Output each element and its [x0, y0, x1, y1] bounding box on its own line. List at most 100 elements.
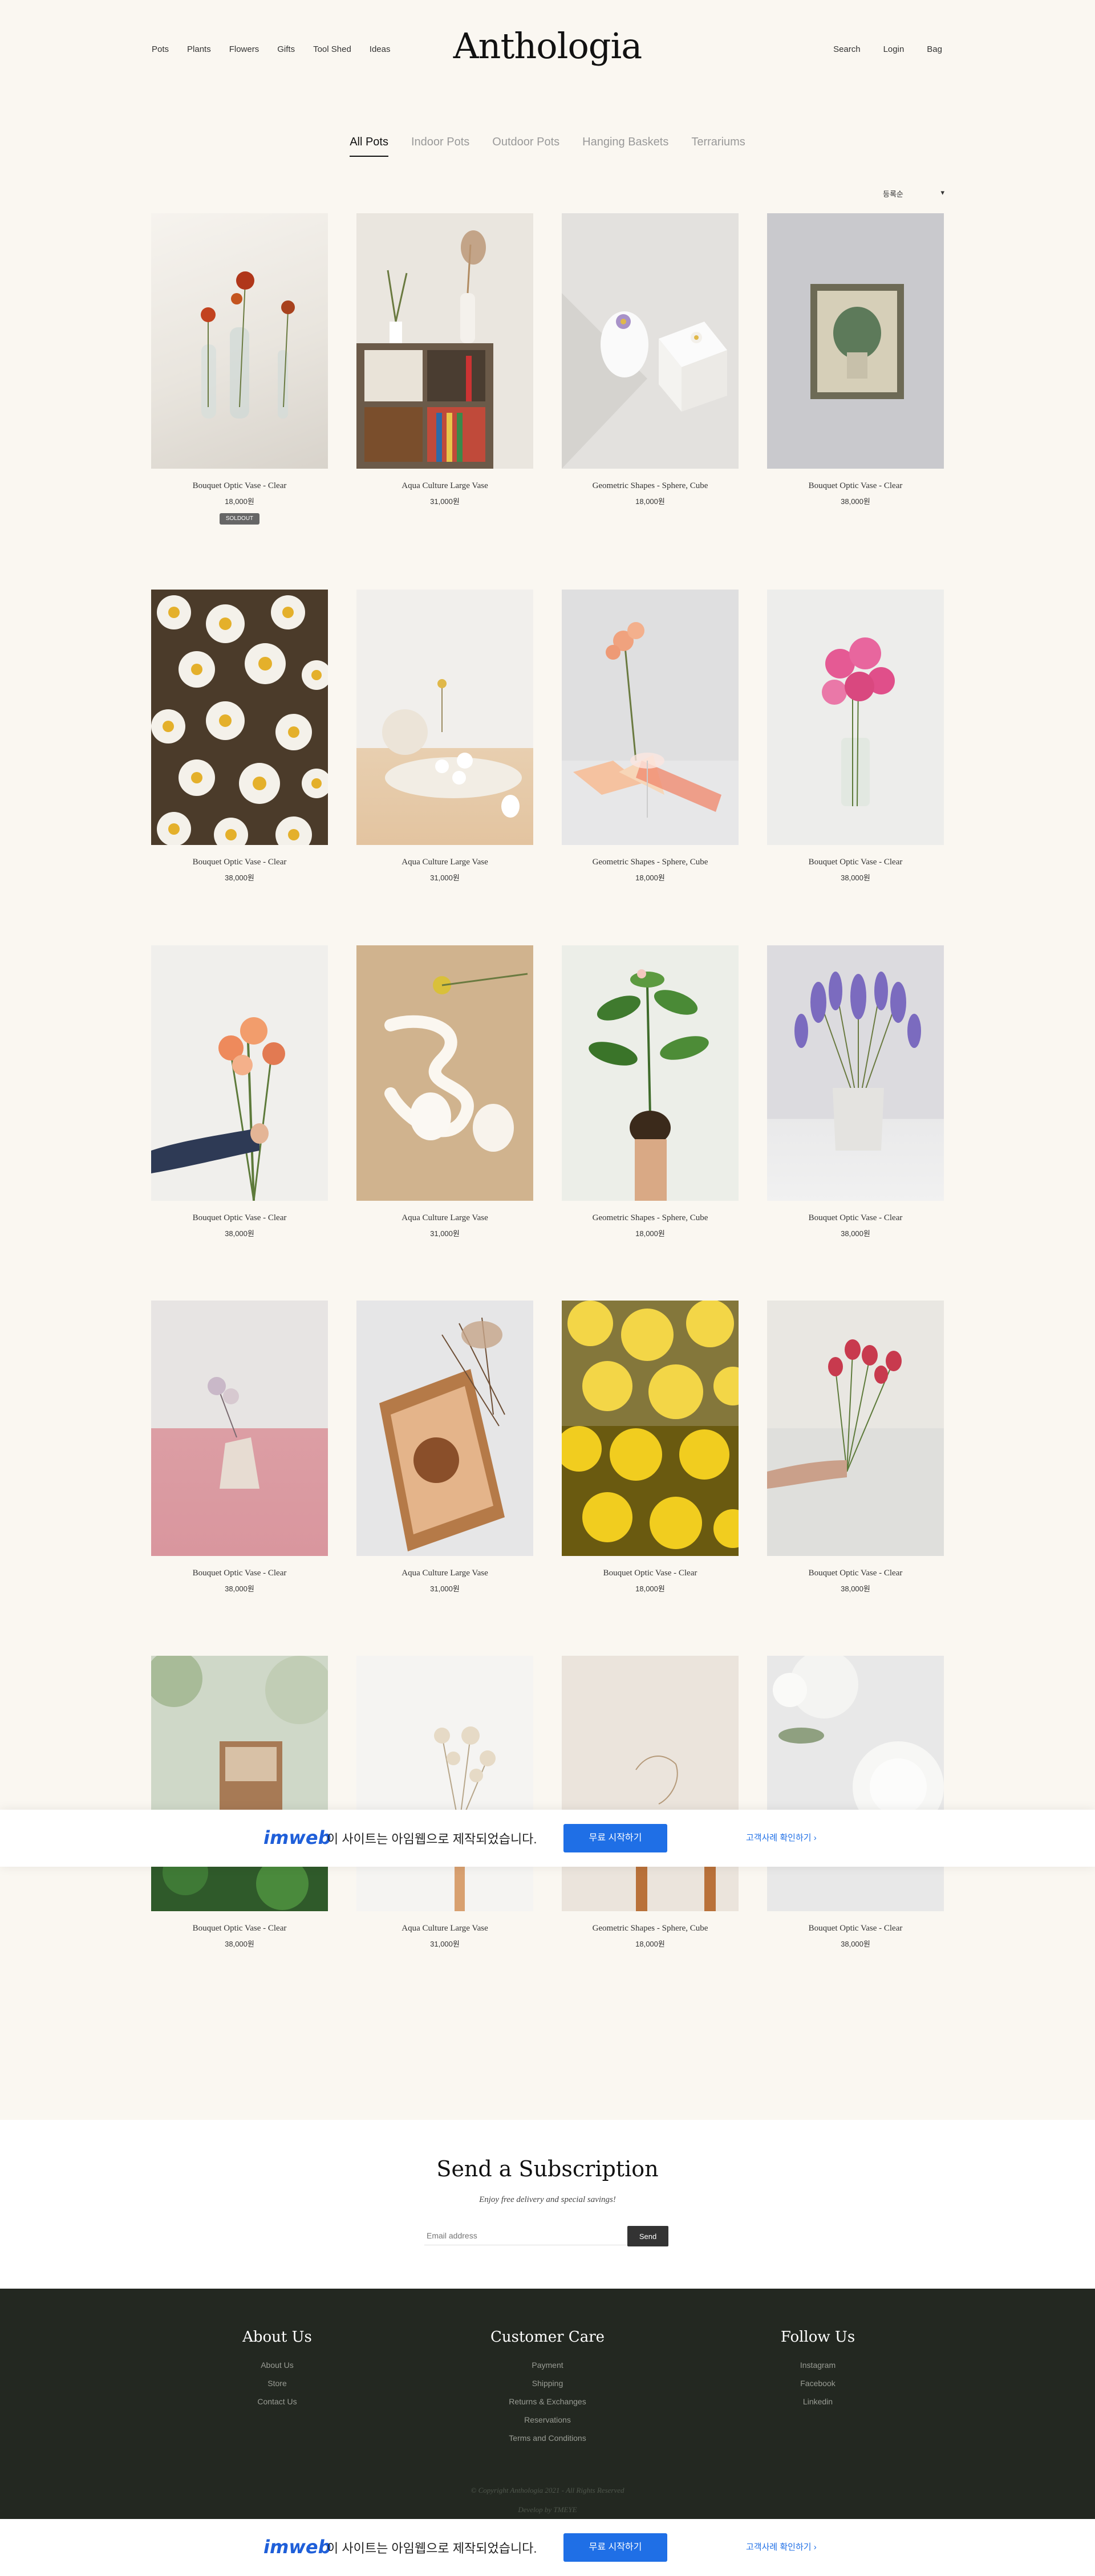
product-image[interactable] — [562, 1301, 739, 1556]
tab-hanging-baskets[interactable]: Hanging Baskets — [582, 136, 668, 157]
login-link[interactable]: Login — [883, 44, 905, 54]
product-name[interactable]: Geometric Shapes - Sphere, Cube — [562, 1924, 739, 1933]
product-card[interactable]: Geometric Shapes - Sphere, Cube 18,000원 — [562, 590, 739, 883]
product-card[interactable]: Bouquet Optic Vase - Clear 38,000원 — [151, 945, 328, 1238]
bag-link[interactable]: Bag — [927, 44, 942, 54]
product-image[interactable] — [151, 590, 328, 845]
product-card[interactable]: Bouquet Optic Vase - Clear 38,000원 — [151, 1301, 328, 1594]
product-card[interactable]: Aqua Culture Large Vase 31,000원 — [356, 213, 533, 506]
product-card[interactable]: Geometric Shapes - Sphere, Cube 18,000원 — [562, 213, 739, 506]
product-image[interactable] — [767, 213, 944, 469]
product-price: 38,000원 — [841, 873, 870, 882]
product-image[interactable] — [562, 213, 739, 469]
tab-outdoor-pots[interactable]: Outdoor Pots — [492, 136, 559, 157]
product-image[interactable] — [562, 945, 739, 1201]
tab-terrariums[interactable]: Terrariums — [691, 136, 745, 157]
send-button[interactable]: Send — [627, 2226, 668, 2246]
footer-link[interactable]: Returns & Exchanges — [462, 2397, 633, 2406]
footer-link[interactable]: Store — [192, 2379, 363, 2388]
product-card[interactable]: Aqua Culture Large Vase 31,000원 — [356, 1301, 533, 1594]
product-image[interactable] — [356, 590, 533, 845]
product-name[interactable]: Bouquet Optic Vase - Clear — [767, 1569, 944, 1578]
customer-cases-link[interactable]: 고객사례 확인하기 › — [746, 1831, 817, 1843]
imweb-logo[interactable]: imweb — [263, 2536, 331, 2558]
product-card[interactable]: Bouquet Optic Vase - Clear 38,000원 — [151, 590, 328, 883]
product-price: 31,000원 — [430, 1940, 460, 1948]
start-free-button[interactable]: 무료 시작하기 — [563, 2533, 667, 2562]
product-image[interactable] — [767, 590, 944, 845]
product-name[interactable]: Bouquet Optic Vase - Clear — [767, 858, 944, 867]
product-price: 31,000원 — [430, 1584, 460, 1593]
customer-cases-link[interactable]: 고객사례 확인하기 › — [746, 2541, 817, 2553]
product-image[interactable] — [356, 213, 533, 469]
imweb-logo[interactable]: imweb — [263, 1827, 331, 1848]
product-image[interactable] — [767, 1656, 944, 1911]
product-name[interactable]: Bouquet Optic Vase - Clear — [767, 1213, 944, 1223]
product-name[interactable]: Bouquet Optic Vase - Clear — [767, 481, 944, 491]
tab-all-pots[interactable]: All Pots — [350, 136, 388, 157]
product-name[interactable]: Aqua Culture Large Vase — [356, 1569, 533, 1578]
product-name[interactable]: Aqua Culture Large Vase — [356, 1213, 533, 1223]
footer-link[interactable]: Payment — [462, 2360, 633, 2370]
product-price: 18,000원 — [635, 1229, 665, 1238]
product-price: 38,000원 — [841, 1940, 870, 1948]
product-card[interactable]: Aqua Culture Large Vase 31,000원 — [356, 945, 533, 1238]
product-card[interactable]: Aqua Culture Large Vase 31,000원 — [356, 590, 533, 883]
product-image[interactable] — [562, 590, 739, 845]
footer-link[interactable]: Terms and Conditions — [462, 2433, 633, 2443]
product-image[interactable] — [151, 213, 328, 469]
product-image[interactable] — [151, 1301, 328, 1556]
product-name[interactable]: Geometric Shapes - Sphere, Cube — [562, 1213, 739, 1223]
product-card[interactable]: Bouquet Optic Vase - Clear 18,000원 — [562, 1301, 739, 1594]
product-image[interactable] — [151, 945, 328, 1201]
product-name[interactable]: Aqua Culture Large Vase — [356, 858, 533, 867]
product-name[interactable]: Bouquet Optic Vase - Clear — [767, 1924, 944, 1933]
subscription-desc: Enjoy free delivery and special savings! — [479, 2195, 616, 2204]
product-image[interactable] — [356, 945, 533, 1201]
product-card[interactable]: Bouquet Optic Vase - Clear 38,000원 — [767, 945, 944, 1238]
search-link[interactable]: Search — [833, 44, 861, 54]
product-card[interactable]: Bouquet Optic Vase - Clear 38,000원 — [767, 1656, 944, 1949]
email-field[interactable] — [424, 2226, 627, 2245]
footer-link[interactable]: Contact Us — [192, 2397, 363, 2406]
product-name[interactable]: Aqua Culture Large Vase — [356, 481, 533, 491]
sort-select[interactable]: 등록순 ▾ — [883, 188, 944, 199]
product-name[interactable]: Aqua Culture Large Vase — [356, 1924, 533, 1933]
product-name[interactable]: Bouquet Optic Vase - Clear — [562, 1569, 739, 1578]
chevron-right-icon: › — [813, 2542, 817, 2552]
product-image[interactable] — [767, 1301, 944, 1556]
footer-link[interactable]: Reservations — [462, 2415, 633, 2424]
product-card[interactable]: Geometric Shapes - Sphere, Cube 18,000원 — [562, 945, 739, 1238]
product-image[interactable] — [562, 1656, 739, 1911]
product-image[interactable] — [356, 1301, 533, 1556]
product-card[interactable]: Bouquet Optic Vase - Clear 38,000원 — [767, 590, 944, 883]
product-price: 31,000원 — [430, 873, 460, 882]
product-name[interactable]: Bouquet Optic Vase - Clear — [151, 1924, 328, 1933]
facebook-link[interactable]: Facebook — [732, 2379, 903, 2388]
product-card[interactable]: Geometric Shapes - Sphere, Cube 18,000원 — [562, 1656, 739, 1949]
footer-heading: Customer Care — [490, 2329, 605, 2346]
product-name[interactable]: Geometric Shapes - Sphere, Cube — [562, 858, 739, 867]
product-image[interactable] — [767, 945, 944, 1201]
product-price: 38,000원 — [225, 1229, 254, 1238]
product-image[interactable] — [151, 1656, 328, 1911]
instagram-link[interactable]: Instagram — [732, 2360, 903, 2370]
product-name[interactable]: Bouquet Optic Vase - Clear — [151, 858, 328, 867]
linkedin-link[interactable]: Linkedin — [732, 2397, 903, 2406]
product-name[interactable]: Geometric Shapes - Sphere, Cube — [562, 481, 739, 491]
product-name[interactable]: Bouquet Optic Vase - Clear — [151, 1213, 328, 1223]
start-free-button[interactable]: 무료 시작하기 — [563, 1824, 667, 1852]
product-card[interactable]: Bouquet Optic Vase - Clear 38,000원 — [767, 1301, 944, 1594]
footer-link[interactable]: Shipping — [462, 2379, 633, 2388]
product-card[interactable]: Bouquet Optic Vase - Clear 38,000원 — [767, 213, 944, 506]
product-name[interactable]: Bouquet Optic Vase - Clear — [151, 1569, 328, 1578]
product-name[interactable]: Bouquet Optic Vase - Clear — [151, 481, 328, 491]
product-card[interactable]: Bouquet Optic Vase - Clear 38,000원 — [151, 1656, 328, 1949]
tab-indoor-pots[interactable]: Indoor Pots — [411, 136, 469, 157]
product-card[interactable]: Bouquet Optic Vase - Clear 18,000원 SOLDO… — [151, 213, 328, 525]
product-price: 18,000원 — [635, 873, 665, 882]
product-price: 18,000원 — [635, 1584, 665, 1593]
product-card[interactable]: Aqua Culture Large Vase 31,000원 — [356, 1656, 533, 1949]
product-image[interactable] — [356, 1656, 533, 1911]
footer-link[interactable]: About Us — [192, 2360, 363, 2370]
